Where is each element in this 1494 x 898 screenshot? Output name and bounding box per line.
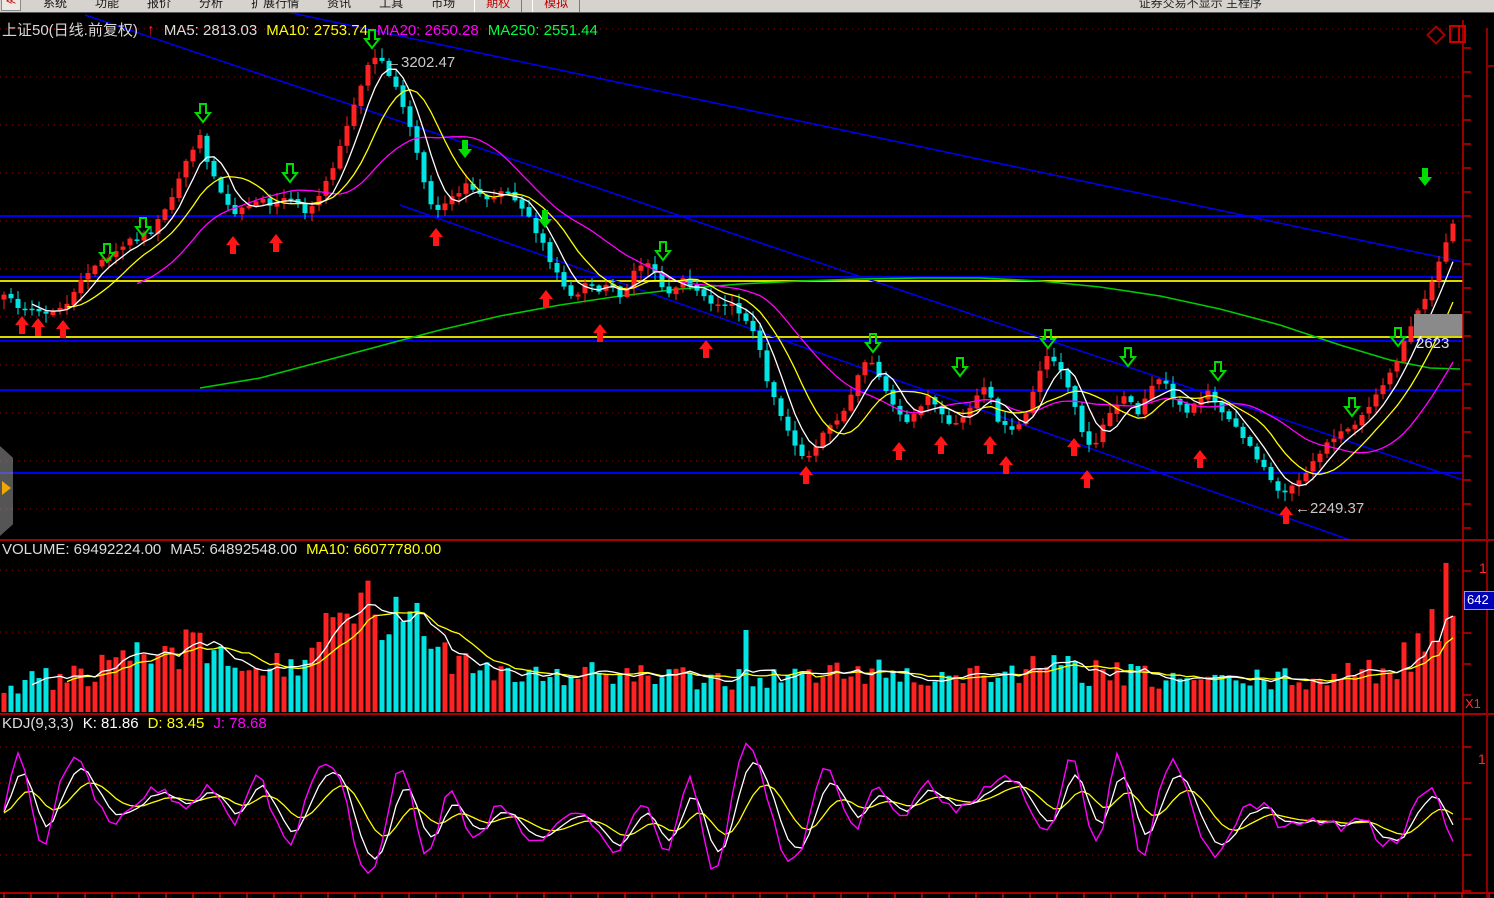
ma-labels: MA5: 2813.03 MA10: 2753.74 MA20: 2650.28 MA… [164,22,607,39]
menu-items: 系统功能报价分析扩展行情资讯工具市场 [29,0,469,11]
menu-item-6[interactable]: 工具 [365,0,417,11]
back-icon[interactable]: ≪ [1,0,21,11]
split-window-divider [1458,27,1460,41]
menu-red-button-1[interactable]: 模拟 [532,0,580,13]
main-pane-header: 上证50(日线.前复权)↑MA5: 2813.03MA10: 2753.74MA… [2,19,616,40]
last-price-label: 2623 [1416,335,1449,352]
volume-current-badge: 642 [1464,591,1494,610]
trough-price-annotation: ←2249.37 [1295,500,1364,517]
menu-item-3[interactable]: 分析 [185,0,237,11]
volume-labels: VOLUME: 69492224.00 MA5: 64892548.00 MA10:… [2,541,450,558]
kdj-labels: KDJ(9,3,3) K: 81.86 D: 83.45 J: 78.68 [2,715,276,732]
menu-red-button-0[interactable]: 期权 [474,0,522,13]
menu-item-5[interactable]: 资讯 [313,0,365,11]
menu-item-4[interactable]: 扩展行情 [237,0,313,11]
peak-price-annotation: ←3202.47 [386,54,455,71]
menu-item-0[interactable]: 系统 [29,0,81,11]
kdj-label-1: K: 81.86 [83,715,139,732]
menu-item-1[interactable]: 功能 [81,0,133,11]
ma-label-2: MA20: 2650.28 [377,22,479,39]
volume-unit-label: X1 [1465,696,1481,711]
ma-label-3: MA250: 2551.44 [488,22,598,39]
menu-item-2[interactable]: 报价 [133,0,185,11]
menu-item-7[interactable]: 市场 [417,0,469,11]
buy-signal-arrow-icon: ↑ [147,22,155,39]
trading-app-window: ≪ 系统功能报价分析扩展行情资讯工具市场 期权模拟 证券交易不显示 主程序 上证… [0,0,1494,898]
ma-label-1: MA10: 2753.74 [266,22,368,39]
ma-label-0: MA5: 2813.03 [164,22,257,39]
chart-canvas[interactable] [0,0,1494,898]
volume-axis-top-label: 1 [1479,560,1487,576]
split-window-icon[interactable] [1449,25,1466,43]
menu-bar: ≪ 系统功能报价分析扩展行情资讯工具市场 期权模拟 证券交易不显示 主程序 [0,0,1494,13]
kdj-label-0: KDJ(9,3,3) [2,715,74,732]
menu-red-buttons: 期权模拟 [469,0,585,13]
kdj-axis-top-label: 1 [1478,751,1486,767]
volume-label-0: VOLUME: 69492224.00 [2,541,161,558]
drawer-expand-arrow-icon[interactable] [2,481,11,495]
volume-label-1: MA5: 64892548.00 [170,541,297,558]
volume-label-2: MA10: 66077780.00 [306,541,441,558]
volume-pane-header: VOLUME: 69492224.00 MA5: 64892548.00 MA10:… [2,541,459,558]
kdj-pane-header: KDJ(9,3,3) K: 81.86 D: 83.45 J: 78.68 [2,715,285,732]
kdj-label-2: D: 83.45 [148,715,205,732]
menu-row: ≪ 系统功能报价分析扩展行情资讯工具市场 期权模拟 证券交易不显示 主程序 [0,0,1494,12]
chart-title: 上证50(日线.前复权) [2,22,138,39]
menu-status-text: 证券交易不显示 主程序 [1139,0,1262,11]
kdj-label-3: J: 78.68 [213,715,266,732]
